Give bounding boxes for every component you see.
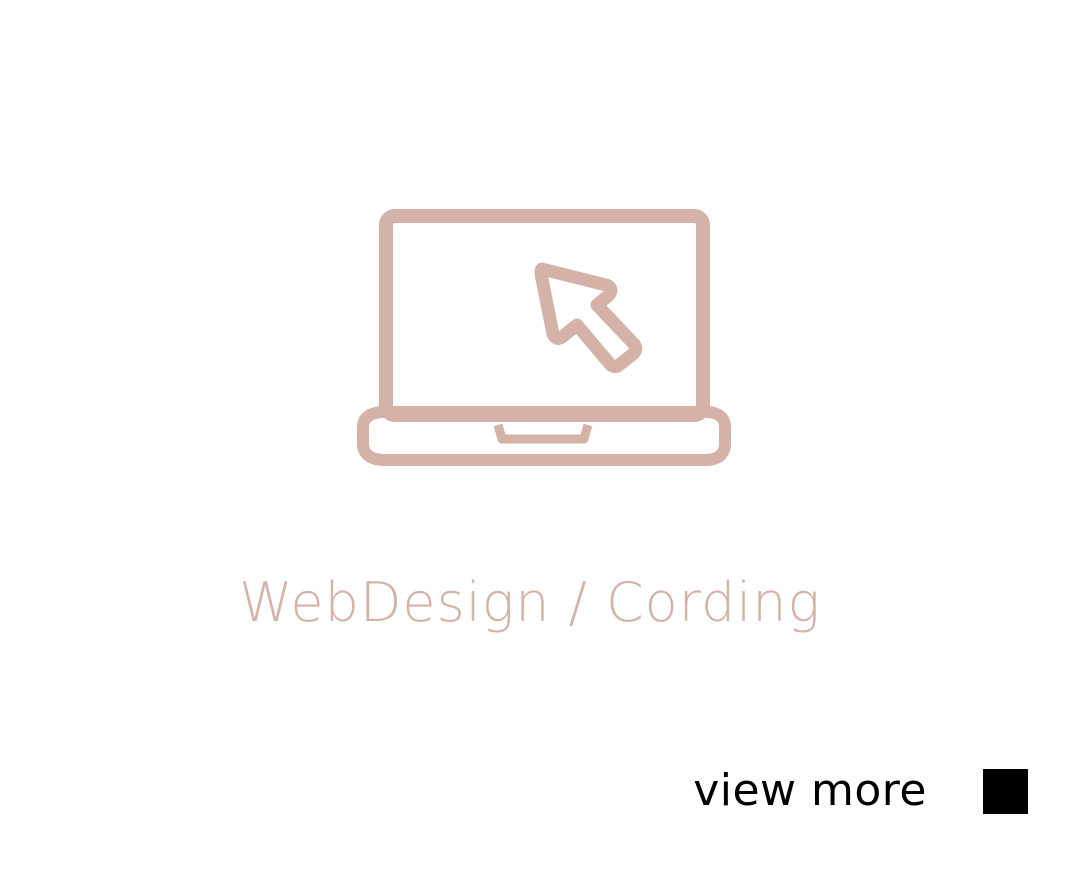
laptop-cursor-icon: [355, 205, 735, 470]
view-more-label: view more: [693, 765, 927, 816]
card-title: WebDesign / Cording: [239, 571, 821, 634]
laptop-cursor-svg: [357, 209, 731, 466]
service-card[interactable]: WebDesign / Cording view more: [0, 0, 1088, 881]
view-more-link[interactable]: view more: [693, 756, 1028, 826]
cursor-arrow-shape: [534, 262, 643, 374]
square-icon: [983, 768, 1028, 814]
laptop-notch-shape: [493, 423, 593, 444]
